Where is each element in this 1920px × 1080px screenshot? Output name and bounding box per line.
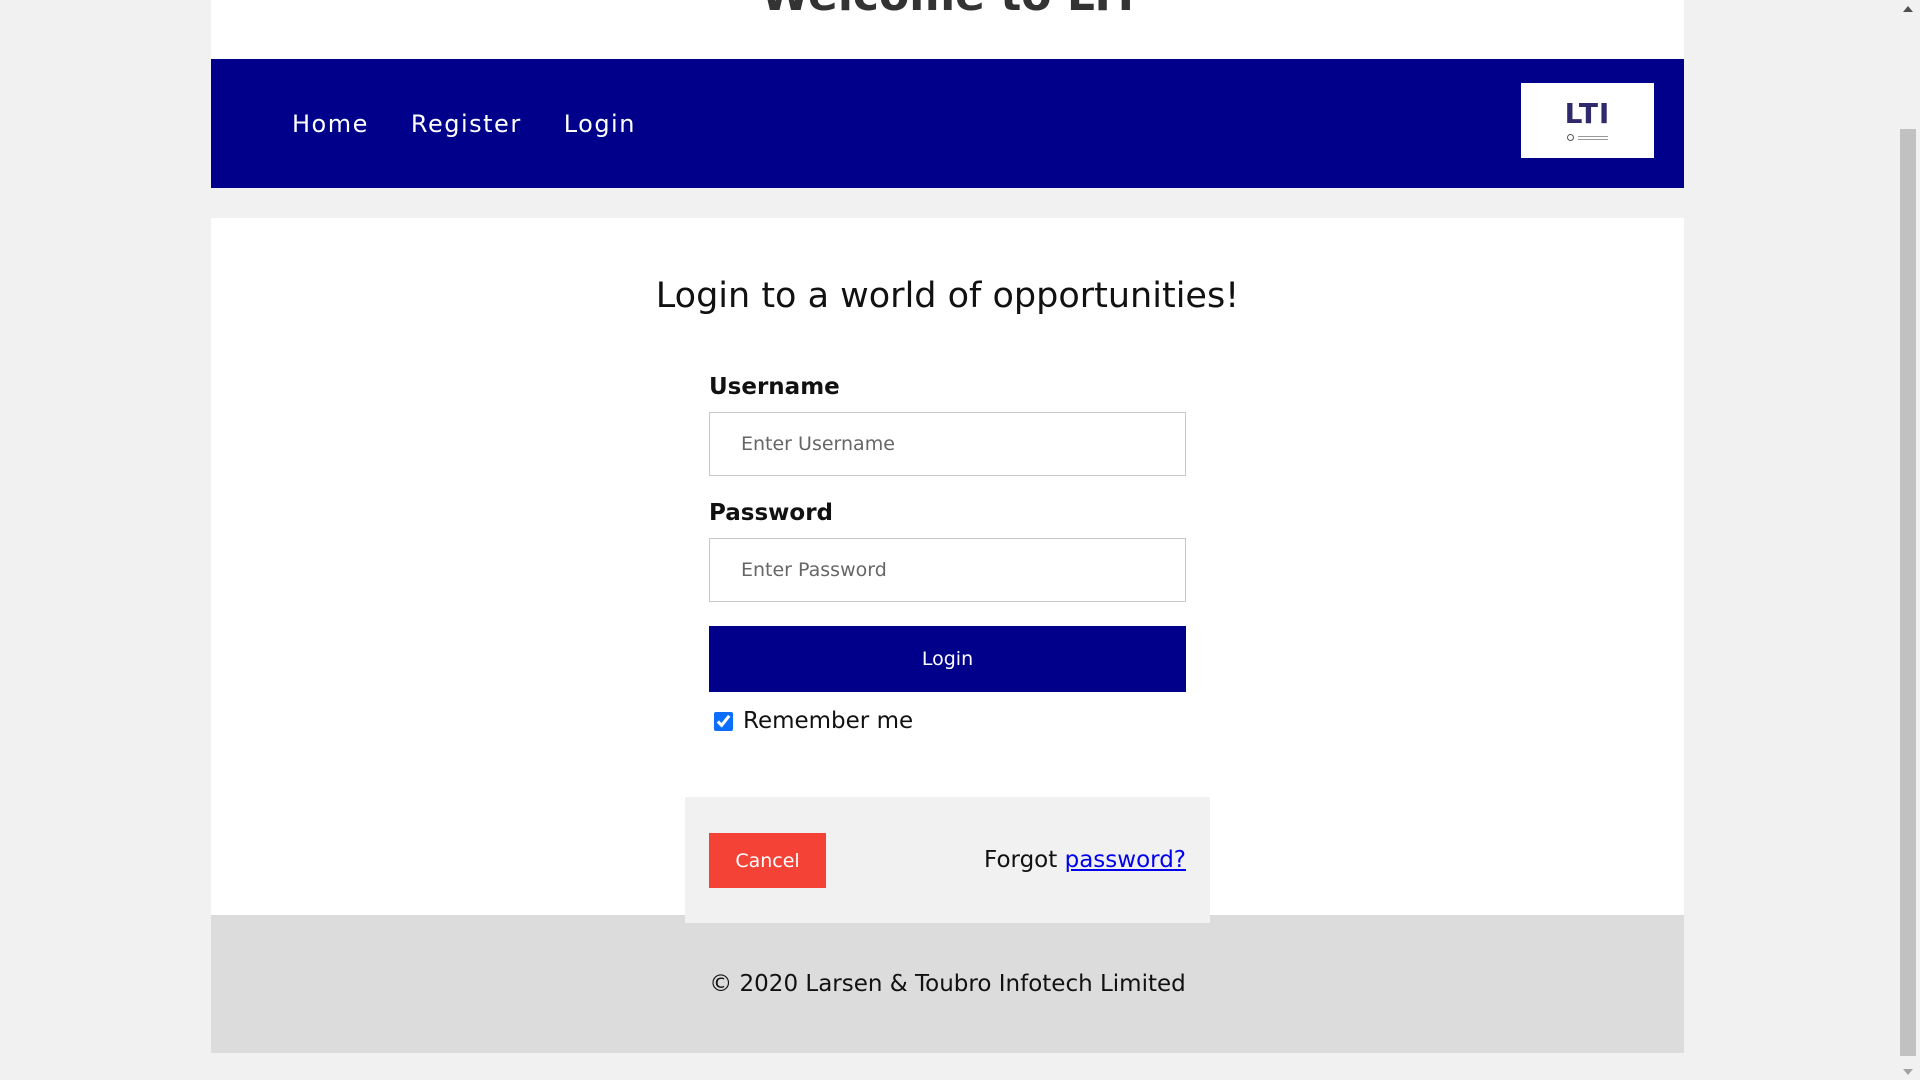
scroll-down-arrow-icon[interactable] <box>1896 1063 1920 1080</box>
title-strip: Welcome to LTI <box>211 0 1684 59</box>
scrollbar-thumb[interactable] <box>1900 129 1916 1056</box>
login-button[interactable]: Login <box>709 626 1186 692</box>
form-actions-panel: Cancel Forgot password? <box>685 797 1210 923</box>
forgot-password-link[interactable]: password? <box>1065 847 1186 873</box>
copyright-text: © 2020 Larsen & Toubro Infotech Limited <box>709 971 1186 997</box>
site-footer: © 2020 Larsen & Toubro Infotech Limited <box>211 915 1684 1053</box>
page-heading: Welcome to LTI <box>211 0 1684 21</box>
remember-me-row: Remember me <box>709 706 1186 736</box>
top-navbar: Home Register Login LTI <box>211 59 1684 188</box>
logo-text: LTI <box>1564 97 1611 130</box>
username-input[interactable] <box>709 412 1186 476</box>
remember-me-label[interactable]: Remember me <box>743 708 913 734</box>
logo-emblem-icon <box>1567 134 1574 141</box>
login-section: Login to a world of opportunities! Usern… <box>211 218 1684 923</box>
site-container: Welcome to LTI Home Register Login LTI L… <box>211 0 1684 1053</box>
scroll-up-arrow-icon[interactable] <box>1896 0 1920 17</box>
forgot-password-text: Forgot password? <box>984 847 1186 873</box>
password-label: Password <box>709 500 833 526</box>
username-label: Username <box>709 374 840 400</box>
remember-me-checkbox[interactable] <box>714 711 733 731</box>
vertical-scrollbar[interactable] <box>1896 0 1920 1080</box>
login-form: Username Password Login Remember me <box>709 374 1186 736</box>
login-title: Login to a world of opportunities! <box>655 276 1240 316</box>
page: Welcome to LTI Home Register Login LTI L… <box>0 0 1920 1080</box>
lti-logo: LTI <box>1521 83 1654 158</box>
nav-links: Home Register Login <box>292 59 636 188</box>
password-input[interactable] <box>709 538 1186 602</box>
nav-register-link[interactable]: Register <box>411 110 522 138</box>
nav-login-link[interactable]: Login <box>564 110 636 138</box>
logo-tagline-graphic <box>1567 134 1608 141</box>
nav-home-link[interactable]: Home <box>292 110 369 138</box>
cancel-button[interactable]: Cancel <box>709 833 826 888</box>
